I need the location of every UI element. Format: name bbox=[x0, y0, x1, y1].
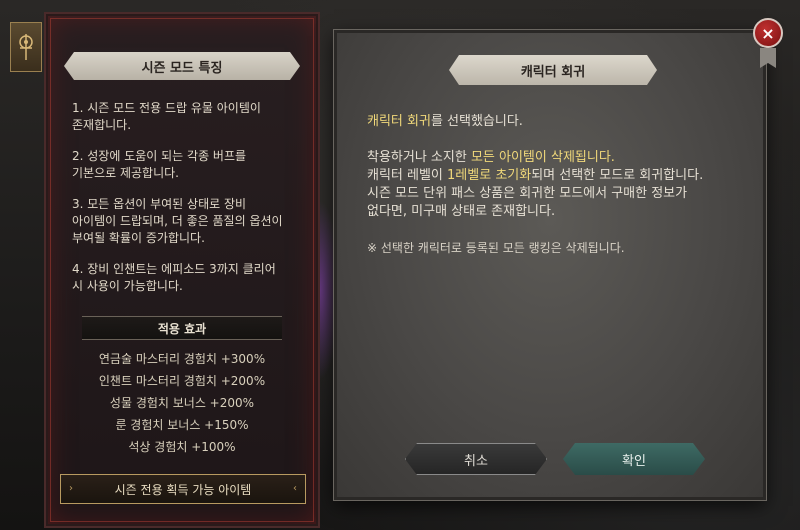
highlight-text: 모든 아이템이 삭제됩니다. bbox=[470, 150, 615, 165]
body-text: 캐릭터 레벨이 bbox=[367, 168, 448, 183]
effect-item: 연금술 마스터리 경험치 +300% bbox=[98, 352, 266, 366]
effect-item: 인챈트 마스터리 경험치 +200% bbox=[98, 374, 266, 388]
effect-item: 성물 경험치 보너스 +200% bbox=[109, 396, 255, 410]
ranking-note: ※ 선택한 캐릭터로 등록된 모든 랭킹은 삭제됩니다. bbox=[367, 241, 625, 255]
season-features-list: 1. 시즌 모드 전용 드랍 유물 아이템이 존재합니다. 2. 성장에 도움이… bbox=[72, 100, 302, 309]
dialog-line-3: 캐릭터 레벨이 1레벨로 초기화되며 선택한 모드로 회귀합니다. bbox=[367, 167, 747, 185]
confirm-button[interactable]: 확인 bbox=[563, 443, 705, 475]
body-text: 되며 선택한 모드로 회귀합니다. bbox=[531, 168, 704, 183]
highlight-text: 1레벨로 초기화 bbox=[447, 168, 532, 183]
season-mode-title: 시즌 모드 특징 bbox=[64, 52, 300, 80]
feature-item: 3. 모든 옵션이 부여된 상태로 장비 아이템이 드랍되며, 더 좋은 품질의… bbox=[72, 197, 283, 245]
season-items-button[interactable]: › 시즌 전용 획득 가능 아이템 ‹ bbox=[60, 474, 306, 504]
dialog-line-1: 캐릭터 회귀를 선택했습니다. bbox=[367, 113, 747, 131]
effect-item: 룬 경험치 보너스 +150% bbox=[115, 418, 249, 432]
dialog-body: 캐릭터 회귀를 선택했습니다. 착용하거나 소지한 모든 아이템이 삭제됩니다.… bbox=[367, 113, 747, 257]
chevron-right-icon: › bbox=[69, 483, 73, 494]
season-items-label: 시즌 전용 획득 가능 아이템 bbox=[114, 482, 252, 497]
applied-effects-box: 적용 효과 연금술 마스터리 경험치 +300% 인챈트 마스터리 경험치 +2… bbox=[82, 316, 282, 456]
chevron-left-icon: ‹ bbox=[293, 483, 297, 494]
character-regression-dialog: 캐릭터 회귀 캐릭터 회귀를 선택했습니다. 착용하거나 소지한 모든 아이템이… bbox=[334, 30, 766, 500]
dialog-line-4: 시즌 모드 단위 패스 상품은 회귀한 모드에서 구매한 정보가 bbox=[367, 186, 688, 201]
close-button[interactable]: × bbox=[753, 18, 783, 48]
feature-item: 4. 장비 인챈트는 에피소드 3까지 클리어 시 사용이 가능합니다. bbox=[72, 262, 276, 293]
dialog-line-2: 착용하거나 소지한 모든 아이템이 삭제됩니다. bbox=[367, 149, 747, 167]
body-text: 를 선택했습니다. bbox=[430, 114, 523, 129]
feature-item: 2. 성장에 도움이 되는 각종 버프를 기본으로 제공합니다. bbox=[72, 149, 247, 180]
feature-item: 1. 시즌 모드 전용 드랍 유물 아이템이 존재합니다. bbox=[72, 101, 261, 132]
season-emblem-icon[interactable] bbox=[10, 22, 42, 72]
season-mode-panel: 시즌 모드 특징 1. 시즌 모드 전용 드랍 유물 아이템이 존재합니다. 2… bbox=[44, 12, 320, 528]
effects-header: 적용 효과 bbox=[82, 316, 282, 340]
cancel-button[interactable]: 취소 bbox=[405, 443, 547, 475]
effect-item: 석상 경험치 +100% bbox=[128, 440, 236, 454]
dialog-line-5: 없다면, 미구매 상태로 존재합니다. bbox=[367, 204, 556, 219]
effects-list: 연금술 마스터리 경험치 +300% 인챈트 마스터리 경험치 +200% 성물… bbox=[82, 348, 282, 458]
dialog-title: 캐릭터 회귀 bbox=[449, 55, 657, 85]
highlight-text: 캐릭터 회귀 bbox=[367, 114, 431, 129]
body-text: 착용하거나 소지한 bbox=[367, 150, 471, 165]
